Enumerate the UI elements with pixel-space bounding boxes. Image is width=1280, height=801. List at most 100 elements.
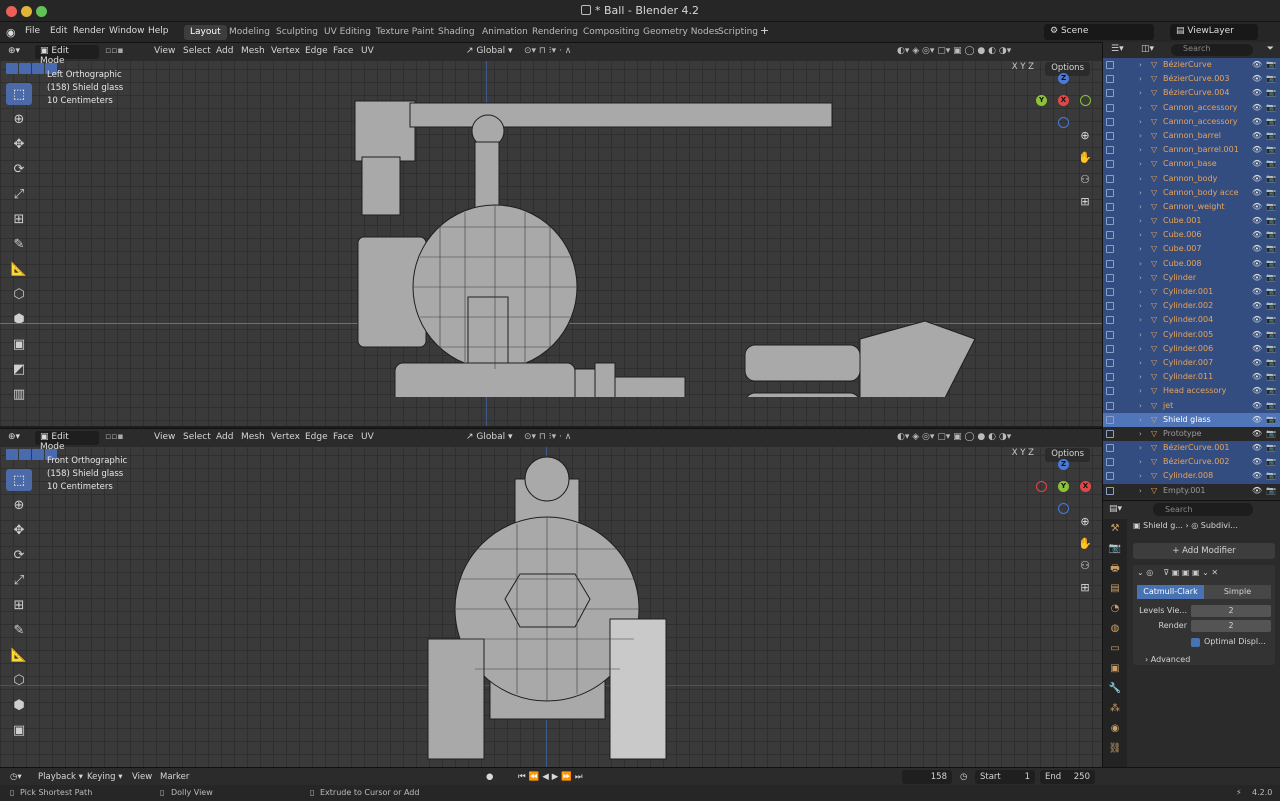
- visibility-eye-icon[interactable]: 👁: [1252, 257, 1262, 271]
- extrude-tool-icon[interactable]: ⬢: [6, 308, 32, 330]
- gizmo-neg-z[interactable]: [1058, 117, 1069, 128]
- exclude-checkbox[interactable]: [1106, 373, 1114, 382]
- expand-chevron-icon[interactable]: ›: [1139, 72, 1142, 86]
- expand-chevron-icon[interactable]: ›: [1139, 328, 1142, 342]
- visibility-eye-icon[interactable]: 👁: [1252, 242, 1262, 256]
- gizmo-neg-x[interactable]: [1036, 481, 1047, 492]
- expand-chevron-icon[interactable]: ›: [1139, 172, 1142, 186]
- expand-chevron-icon[interactable]: ›: [1139, 455, 1142, 469]
- visibility-eye-icon[interactable]: 👁: [1252, 469, 1262, 483]
- model-front-view[interactable]: [420, 449, 680, 767]
- menu-timeline-view[interactable]: View: [132, 772, 152, 782]
- timeline-editor-icon[interactable]: ◷▾: [10, 772, 22, 782]
- visibility-eye-icon[interactable]: 👁: [1252, 413, 1262, 427]
- viewport-left-ortho[interactable]: ⊕▾ ▣ Edit Mode ▫▫▪ View Select Add Mesh …: [0, 42, 1102, 426]
- display-mode-icon[interactable]: ◫▾: [1141, 44, 1154, 54]
- visibility-eye-icon[interactable]: 👁: [1252, 214, 1262, 228]
- outliner-row[interactable]: › ▽ Empty.001 👁 📷: [1103, 483, 1280, 498]
- pivot-snap-icons-bottom[interactable]: ⊙▾ ⊓ ⁝▾ · ∧: [524, 432, 571, 442]
- constraints-tab-icon[interactable]: ⛓: [1103, 739, 1127, 759]
- visibility-eye-icon[interactable]: 👁: [1252, 370, 1262, 384]
- render-camera-icon[interactable]: 📷: [1266, 101, 1276, 115]
- transform-tool-icon[interactable]: ⊞: [6, 208, 32, 230]
- gizmo-x-axis[interactable]: X: [1058, 95, 1069, 106]
- exclude-checkbox[interactable]: [1106, 472, 1114, 481]
- exclude-checkbox[interactable]: [1106, 103, 1114, 112]
- outliner-row[interactable]: › ▽ BézierCurve.004 👁 📷: [1103, 86, 1280, 101]
- outliner-row[interactable]: › ▽ Cannon_accessory 👁 📷: [1103, 114, 1280, 129]
- render-camera-icon[interactable]: 📷: [1266, 257, 1276, 271]
- exclude-checkbox[interactable]: [1106, 316, 1114, 325]
- select-mode-icons-bottom[interactable]: ▫▫▪: [105, 432, 123, 442]
- tab-modeling[interactable]: Modeling: [223, 25, 276, 40]
- exclude-checkbox[interactable]: [1106, 174, 1114, 183]
- visibility-eye-icon[interactable]: 👁: [1252, 228, 1262, 242]
- tab-sculpting[interactable]: Sculpting: [270, 25, 324, 40]
- visibility-eye-icon[interactable]: 👁: [1252, 455, 1262, 469]
- orientation-selector-bottom[interactable]: ↗ Global ▾: [466, 432, 513, 442]
- inset-tool-icon[interactable]: ▣: [6, 719, 32, 741]
- exclude-checkbox[interactable]: [1106, 401, 1114, 410]
- render-camera-icon[interactable]: 📷: [1266, 285, 1276, 299]
- tab-compositing[interactable]: Compositing: [577, 25, 645, 40]
- expand-chevron-icon[interactable]: ›: [1139, 384, 1142, 398]
- orientation-selector[interactable]: ↗ Global ▾: [466, 46, 513, 56]
- render-camera-icon[interactable]: 📷: [1266, 399, 1276, 413]
- expand-chevron-icon[interactable]: ›: [1139, 413, 1142, 427]
- exclude-checkbox[interactable]: [1106, 131, 1114, 140]
- menu-marker[interactable]: Marker: [160, 772, 189, 782]
- move-tool-icon[interactable]: ✥: [6, 133, 32, 155]
- render-camera-icon[interactable]: 📷: [1266, 413, 1276, 427]
- start-frame-field[interactable]: Start 1: [975, 770, 1035, 784]
- loop-cut-tool-icon[interactable]: ▥: [6, 383, 32, 405]
- render-camera-icon[interactable]: 📷: [1266, 313, 1276, 327]
- annotate-tool-icon[interactable]: ✎: [6, 619, 32, 641]
- visibility-eye-icon[interactable]: 👁: [1252, 285, 1262, 299]
- outliner-row[interactable]: › ▽ Cylinder.004 👁 📷: [1103, 313, 1280, 328]
- render-camera-icon[interactable]: 📷: [1266, 186, 1276, 200]
- visibility-eye-icon[interactable]: 👁: [1252, 384, 1262, 398]
- collection-tab-icon[interactable]: ▭: [1103, 639, 1127, 659]
- outliner-row[interactable]: › ▽ BézierCurve 👁 📷: [1103, 58, 1280, 73]
- exclude-checkbox[interactable]: [1106, 231, 1114, 240]
- pan-hand-icon[interactable]: ✋: [1076, 151, 1094, 169]
- visibility-eye-icon[interactable]: 👁: [1252, 299, 1262, 313]
- outliner-row[interactable]: › ▽ BézierCurve.003 👁 📷: [1103, 72, 1280, 87]
- outliner-row[interactable]: › ▽ Cylinder 👁 📷: [1103, 270, 1280, 285]
- advanced-panel-toggle[interactable]: › Advanced: [1137, 655, 1271, 664]
- rotate-tool-icon[interactable]: ⟳: [6, 158, 32, 180]
- menu-help[interactable]: Help: [148, 26, 169, 36]
- gizmo-y-axis[interactable]: Y: [1036, 95, 1047, 106]
- catmull-clark-option[interactable]: Catmull-Clark: [1137, 585, 1204, 599]
- visibility-eye-icon[interactable]: 👁: [1252, 313, 1262, 327]
- expand-chevron-icon[interactable]: ›: [1139, 200, 1142, 214]
- render-camera-icon[interactable]: 📷: [1266, 455, 1276, 469]
- outliner-row[interactable]: › ▽ BézierCurve.002 👁 📷: [1103, 455, 1280, 470]
- properties-editor-icon[interactable]: ▤▾: [1109, 504, 1122, 514]
- render-camera-icon[interactable]: 📷: [1266, 242, 1276, 256]
- menu-mesh-bottom[interactable]: Mesh: [241, 432, 265, 442]
- exclude-checkbox[interactable]: [1106, 146, 1114, 155]
- menu-vertex-bottom[interactable]: Vertex: [271, 432, 300, 442]
- overlay-shading-icons[interactable]: ◐▾ ◈ ◎▾ ▢▾ ▣ ◯ ● ◐ ◑▾: [897, 46, 1011, 56]
- expand-chevron-icon[interactable]: ›: [1139, 86, 1142, 100]
- pan-hand-icon[interactable]: ✋: [1076, 537, 1094, 555]
- render-camera-icon[interactable]: 📷: [1266, 157, 1276, 171]
- visibility-eye-icon[interactable]: 👁: [1252, 129, 1262, 143]
- expand-chevron-icon[interactable]: ›: [1139, 101, 1142, 115]
- viewport-front-ortho[interactable]: ⊕▾ ▣ Edit Mode ▫▫▪ View Select Add Mesh …: [0, 428, 1102, 767]
- outliner-row[interactable]: › ▽ Cannon_base 👁 📷: [1103, 157, 1280, 172]
- add-cube-tool-icon[interactable]: ⬡: [6, 283, 32, 305]
- menu-mesh[interactable]: Mesh: [241, 46, 265, 56]
- visibility-eye-icon[interactable]: 👁: [1252, 115, 1262, 129]
- outliner-row[interactable]: › ▽ Cannon_accessory 👁 📷: [1103, 100, 1280, 115]
- simple-option[interactable]: Simple: [1204, 585, 1271, 599]
- menu-vertex[interactable]: Vertex: [271, 46, 300, 56]
- outliner-row[interactable]: › ▽ Cylinder.001 👁 📷: [1103, 285, 1280, 300]
- editor-type-icon-bottom[interactable]: ⊕▾: [8, 432, 20, 442]
- expand-chevron-icon[interactable]: ›: [1139, 356, 1142, 370]
- modifier-header-icons[interactable]: ⌄ ◎ ⊽ ▣ ▣ ▣ ⌄ ✕: [1137, 568, 1218, 577]
- ortho-grid-icon[interactable]: ⊞: [1076, 195, 1094, 213]
- outliner-row[interactable]: › ▽ Cylinder.008 👁 📷: [1103, 469, 1280, 484]
- menu-edge[interactable]: Edge: [305, 46, 328, 56]
